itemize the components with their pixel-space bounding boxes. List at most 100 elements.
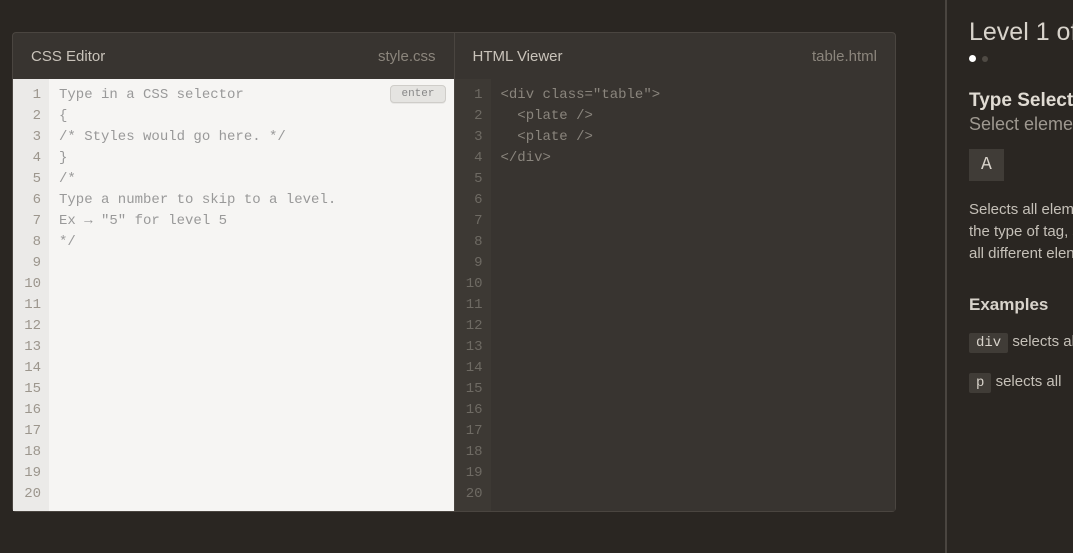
code-line: { — [59, 106, 444, 127]
code-line — [501, 379, 886, 400]
code-line — [501, 400, 886, 421]
line-number: 10 — [13, 274, 41, 295]
line-number: 13 — [455, 337, 483, 358]
code-line — [501, 442, 886, 463]
editor-container: CSS Editor style.css 1234567891011121314… — [12, 32, 896, 512]
line-number: 13 — [13, 337, 41, 358]
line-number: 9 — [13, 253, 41, 274]
selector-title: Type Selecto — [969, 90, 1073, 112]
line-number: 19 — [13, 463, 41, 484]
line-number: 15 — [13, 379, 41, 400]
line-number: 5 — [13, 169, 41, 190]
code-line — [59, 421, 444, 442]
selector-description: Selects all elem the type of tag, s all … — [969, 199, 1073, 265]
line-number: 11 — [13, 295, 41, 316]
css-pane-filename: style.css — [378, 48, 436, 65]
line-number: 2 — [13, 106, 41, 127]
line-number: 19 — [455, 463, 483, 484]
line-number: 6 — [13, 190, 41, 211]
line-number: 12 — [13, 316, 41, 337]
code-line — [59, 253, 444, 274]
level-progress[interactable] — [969, 55, 1073, 62]
code-line — [501, 295, 886, 316]
code-line — [501, 316, 886, 337]
line-number: 5 — [455, 169, 483, 190]
code-line: Ex → "5" for level 5 — [59, 211, 444, 232]
code-line — [501, 232, 886, 253]
code-line: Type a number to skip to a level. — [59, 190, 444, 211]
example-code-badge: p — [969, 373, 991, 393]
line-number: 18 — [13, 442, 41, 463]
code-line — [59, 358, 444, 379]
code-line: /* — [59, 169, 444, 190]
code-line — [501, 337, 886, 358]
code-line — [501, 253, 886, 274]
line-number: 1 — [13, 85, 41, 106]
line-number: 3 — [13, 127, 41, 148]
code-line — [501, 211, 886, 232]
code-line: <plate /> — [501, 106, 886, 127]
html-viewer-pane: HTML Viewer table.html 12345678910111213… — [454, 33, 896, 511]
code-line: */ — [59, 232, 444, 253]
code-line: Type in a CSS selector — [59, 85, 444, 106]
line-number: 16 — [455, 400, 483, 421]
line-number: 7 — [455, 211, 483, 232]
line-number: 8 — [13, 232, 41, 253]
code-line: </div> — [501, 148, 886, 169]
code-line — [501, 274, 886, 295]
css-editor-pane: CSS Editor style.css 1234567891011121314… — [13, 33, 454, 511]
css-gutter: 1234567891011121314151617181920 — [13, 79, 49, 511]
css-pane-title: CSS Editor — [31, 48, 105, 65]
html-pane-filename: table.html — [812, 48, 877, 65]
css-code-body[interactable]: enter Type in a CSS selector{/* Styles w… — [49, 79, 454, 511]
line-number: 9 — [455, 253, 483, 274]
html-pane-header: HTML Viewer table.html — [455, 33, 896, 79]
css-pane-header: CSS Editor style.css — [13, 33, 454, 79]
code-line — [59, 400, 444, 421]
line-number: 3 — [455, 127, 483, 148]
line-number: 8 — [455, 232, 483, 253]
code-line — [501, 190, 886, 211]
enter-button[interactable]: enter — [390, 85, 445, 103]
level-title: Level 1 of — [969, 18, 1073, 47]
code-line — [501, 484, 886, 505]
desc-line: Selects all elem — [969, 201, 1073, 218]
line-number: 6 — [455, 190, 483, 211]
line-number: 20 — [13, 484, 41, 505]
line-number: 20 — [455, 484, 483, 505]
code-line — [501, 169, 886, 190]
html-gutter: 1234567891011121314151617181920 — [455, 79, 491, 511]
line-number: 2 — [455, 106, 483, 127]
line-number: 4 — [455, 148, 483, 169]
line-number: 1 — [455, 85, 483, 106]
example-line: div selects all — [969, 333, 1073, 351]
example-text: selects all — [991, 373, 1061, 390]
code-line — [59, 442, 444, 463]
examples-title: Examples — [969, 295, 1073, 315]
line-number: 18 — [455, 442, 483, 463]
desc-line: all different elen — [969, 245, 1073, 262]
code-line — [501, 358, 886, 379]
selector-subtitle: Select elemen — [969, 114, 1073, 135]
info-sidebar: Level 1 of Type Selecto Select elemen A … — [945, 0, 1073, 553]
line-number: 12 — [455, 316, 483, 337]
css-code-area[interactable]: 1234567891011121314151617181920 enter Ty… — [13, 79, 454, 511]
code-line: /* Styles would go here. */ — [59, 127, 444, 148]
syntax-badge: A — [969, 149, 1004, 181]
line-number: 11 — [455, 295, 483, 316]
progress-dot[interactable] — [982, 56, 988, 62]
code-line — [501, 463, 886, 484]
code-line: <div class="table"> — [501, 85, 886, 106]
example-code-badge: div — [969, 333, 1008, 353]
line-number: 15 — [455, 379, 483, 400]
example-line: p selects all — [969, 373, 1073, 391]
progress-dot[interactable] — [969, 55, 976, 62]
line-number: 10 — [455, 274, 483, 295]
code-line — [59, 316, 444, 337]
line-number: 14 — [13, 358, 41, 379]
code-line — [59, 274, 444, 295]
code-line — [59, 337, 444, 358]
code-line — [59, 295, 444, 316]
html-code-body: <div class="table"> <plate /> <plate /><… — [491, 79, 896, 511]
line-number: 17 — [455, 421, 483, 442]
